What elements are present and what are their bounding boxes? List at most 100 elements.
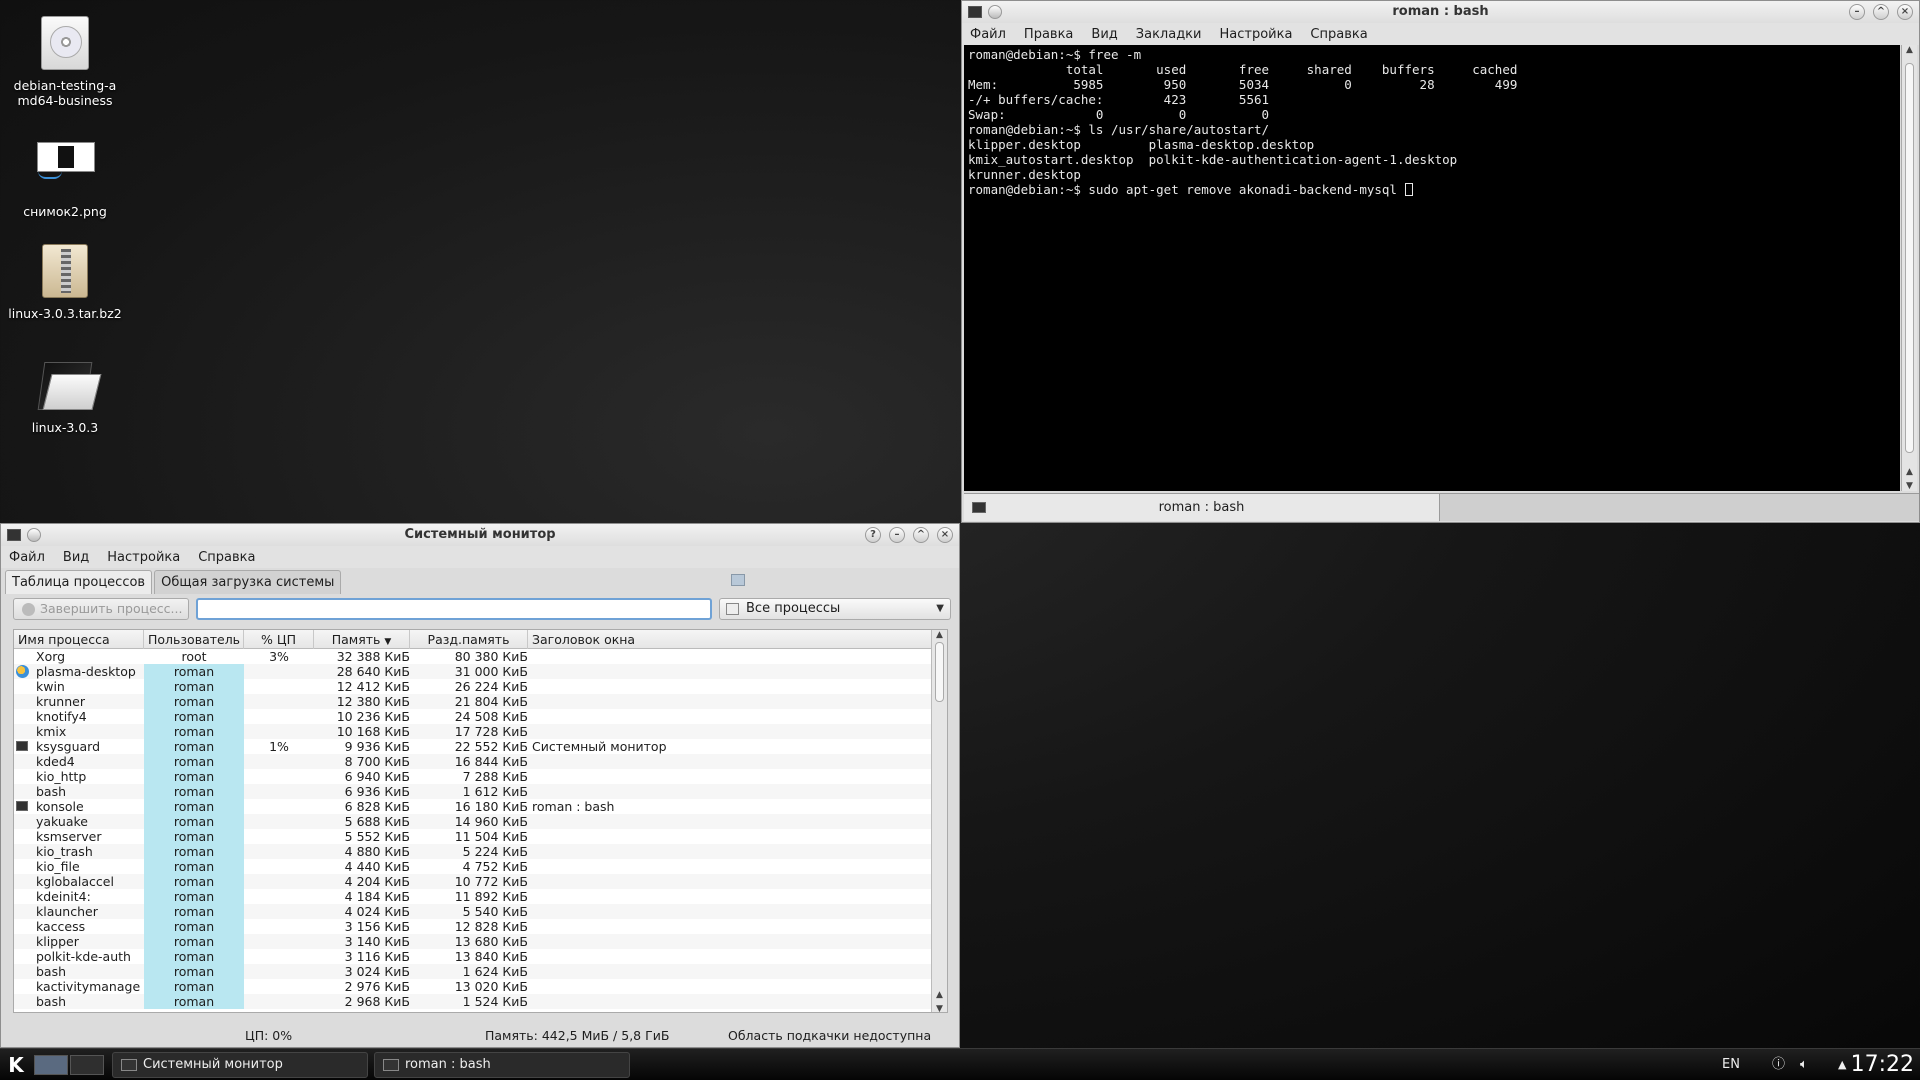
volume-icon[interactable]: 🔈︎ xyxy=(1800,1049,1808,1080)
desktop-pager[interactable] xyxy=(34,1055,104,1075)
kde-menu-icon[interactable]: K xyxy=(4,1053,28,1077)
table-row[interactable]: yakuake roman 5 688 КиБ 14 960 КиБ xyxy=(14,814,932,829)
process-table[interactable]: Имя процесса Пользователь % ЦП Память ▼ … xyxy=(13,629,948,1013)
scroll-up-icon[interactable]: ▲ xyxy=(932,630,947,640)
table-row[interactable]: kwin roman 12 412 КиБ 26 224 КиБ xyxy=(14,679,932,694)
table-row[interactable]: krunner roman 12 380 КиБ 21 804 КиБ xyxy=(14,694,932,709)
table-row[interactable]: kglobalaccel roman 4 204 КиБ 10 772 КиБ xyxy=(14,874,932,889)
maximize-button[interactable]: ^ xyxy=(913,527,929,543)
process-icon-cell xyxy=(16,784,34,799)
terminal-prompt[interactable]: roman@debian:~$ sudo apt-get remove akon… xyxy=(968,182,1896,197)
maximize-button[interactable]: ^ xyxy=(1873,4,1889,20)
desktop-icon-label: linux-3.0.3 xyxy=(31,420,99,435)
desktop-icon-disc-image[interactable]: debian-testing-amd64-business xyxy=(0,16,130,108)
menu-view[interactable]: Вид xyxy=(1091,27,1117,42)
table-row[interactable]: polkit-kde-auth roman 3 116 КиБ 13 840 КиБ xyxy=(14,949,932,964)
table-row[interactable]: bash roman 6 936 КиБ 1 612 КиБ xyxy=(14,784,932,799)
menu-settings[interactable]: Настройка xyxy=(107,550,180,565)
col-user[interactable]: Пользователь xyxy=(144,630,244,649)
table-row[interactable]: kio_http roman 6 940 КиБ 7 288 КиБ xyxy=(14,769,932,784)
menu-view[interactable]: Вид xyxy=(63,550,89,565)
table-row[interactable]: kio_file roman 4 440 КиБ 4 752 КиБ xyxy=(14,859,932,874)
close-button[interactable]: × xyxy=(937,527,953,543)
col-window-title[interactable]: Заголовок окна xyxy=(528,630,932,649)
close-button[interactable]: × xyxy=(1897,4,1913,20)
process-filter-input[interactable] xyxy=(196,598,712,620)
info-icon[interactable]: ⓘ xyxy=(1772,1049,1785,1080)
table-row[interactable]: ksmserver roman 5 552 КиБ 11 504 КиБ xyxy=(14,829,932,844)
table-row[interactable]: kdeinit4: roman 4 184 КиБ 11 892 КиБ xyxy=(14,889,932,904)
table-row[interactable]: kmix roman 10 168 КиБ 17 728 КиБ xyxy=(14,724,932,739)
scroll-down-icon[interactable]: ▼ xyxy=(932,1004,947,1012)
sysmon-menubar: Файл Вид Настройка Справка xyxy=(1,546,959,568)
table-row[interactable]: kio_trash roman 4 880 КиБ 5 224 КиБ xyxy=(14,844,932,859)
task-system-monitor[interactable]: Системный монитор xyxy=(112,1052,368,1078)
table-row[interactable]: bash roman 2 968 КиБ 1 524 КиБ xyxy=(14,994,932,1009)
tab-roman-bash[interactable]: roman : bash xyxy=(964,494,1440,521)
process-cpu xyxy=(244,889,314,904)
table-row[interactable]: kded4 roman 8 700 КиБ 16 844 КиБ xyxy=(14,754,932,769)
process-window-title xyxy=(532,904,922,919)
table-row[interactable]: bash roman 3 024 КиБ 1 624 КиБ xyxy=(14,964,932,979)
scroll-thumb[interactable] xyxy=(1905,63,1914,453)
desktop-icon-png[interactable]: снимок2.png xyxy=(0,130,130,219)
table-row[interactable]: plasma-desktop roman 28 640 КиБ 31 000 КиБ xyxy=(14,664,932,679)
tab-system-load[interactable]: Общая загрузка системы xyxy=(154,570,342,594)
monitor-icon[interactable] xyxy=(7,529,21,541)
process-memory: 28 640 КиБ xyxy=(336,664,410,679)
table-row[interactable]: klipper roman 3 140 КиБ 13 680 КиБ xyxy=(14,934,932,949)
scroll-thumb[interactable] xyxy=(935,642,944,702)
terminal-scrollbar[interactable]: ▲ ▲ ▼ xyxy=(1901,45,1917,491)
table-row[interactable]: knotify4 roman 10 236 КиБ 24 508 КиБ xyxy=(14,709,932,724)
konsole-window[interactable]: roman : bash – ^ × Файл Правка Вид Закла… xyxy=(961,0,1920,523)
col-cpu[interactable]: % ЦП xyxy=(244,630,314,649)
menu-settings[interactable]: Настройка xyxy=(1219,27,1292,42)
pin-icon[interactable] xyxy=(27,528,41,542)
tray-expand-icon[interactable]: ▲ xyxy=(1838,1049,1846,1080)
minimize-button[interactable]: – xyxy=(889,527,905,543)
table-row[interactable]: klauncher roman 4 024 КиБ 5 540 КиБ xyxy=(14,904,932,919)
menu-help[interactable]: Справка xyxy=(1310,27,1367,42)
table-scrollbar[interactable]: ▲ ▲ ▼ xyxy=(931,630,947,1012)
table-row[interactable]: kaccess roman 3 156 КиБ 12 828 КиБ xyxy=(14,919,932,934)
process-window-title xyxy=(532,784,922,799)
menu-file[interactable]: Файл xyxy=(970,27,1006,42)
process-name: kglobalaccel xyxy=(36,874,114,889)
tab-process-table[interactable]: Таблица процессов xyxy=(5,570,153,594)
terminal-output[interactable]: roman@debian:~$ free -m total used free … xyxy=(964,45,1900,491)
scroll-down-icon[interactable]: ▼ xyxy=(1902,481,1917,491)
menu-help[interactable]: Справка xyxy=(198,550,255,565)
scroll-up-icon[interactable]: ▲ xyxy=(932,990,947,1000)
new-tab-icon[interactable] xyxy=(731,574,745,586)
process-window-title xyxy=(532,919,922,934)
minimize-button[interactable]: – xyxy=(1849,4,1865,20)
desktop-icon-folder[interactable]: linux-3.0.3 xyxy=(0,358,130,435)
table-row[interactable]: Xorg root 3% 32 388 КиБ 80 380 КиБ xyxy=(14,649,932,664)
terminal-icon[interactable] xyxy=(968,6,982,18)
pager-desktop-2[interactable] xyxy=(70,1055,104,1075)
sysmon-titlebar[interactable]: Системный монитор ? – ^ × xyxy=(1,524,959,546)
desktop-icon-archive[interactable]: linux-3.0.3.tar.bz2 xyxy=(0,244,130,321)
pager-desktop-1[interactable] xyxy=(34,1055,68,1075)
scroll-up-icon[interactable]: ▲ xyxy=(1902,45,1917,55)
process-filter-select[interactable]: Все процессы ▼ xyxy=(719,598,951,620)
keyboard-layout-indicator[interactable]: EN xyxy=(1722,1049,1740,1080)
menu-file[interactable]: Файл xyxy=(9,550,45,565)
system-monitor-window[interactable]: Системный монитор ? – ^ × Файл Вид Настр… xyxy=(0,523,960,1048)
col-memory[interactable]: Память ▼ xyxy=(314,630,410,649)
table-row[interactable]: ksysguard roman 1% 9 936 КиБ 22 552 КиБ Систе… xyxy=(14,739,932,754)
task-roman-bash[interactable]: roman : bash xyxy=(374,1052,630,1078)
table-row[interactable]: konsole roman 6 828 КиБ 16 180 КиБ roman : b… xyxy=(14,799,932,814)
kill-process-button[interactable]: Завершить процесс... xyxy=(13,598,189,620)
col-process-name[interactable]: Имя процесса xyxy=(14,630,144,649)
menu-edit[interactable]: Правка xyxy=(1024,27,1073,42)
pin-icon[interactable] xyxy=(988,5,1002,19)
clock[interactable]: 17:22 xyxy=(1851,1049,1914,1080)
help-button[interactable]: ? xyxy=(865,527,881,543)
scroll-up-icon[interactable]: ▲ xyxy=(1902,467,1917,477)
table-row[interactable]: kactivitymanage roman 2 976 КиБ 13 020 КиБ xyxy=(14,979,932,994)
konsole-titlebar[interactable]: roman : bash – ^ × xyxy=(962,1,1919,23)
process-window-title xyxy=(532,754,922,769)
menu-bookmarks[interactable]: Закладки xyxy=(1136,27,1202,42)
col-shared-memory[interactable]: Разд.память xyxy=(410,630,528,649)
